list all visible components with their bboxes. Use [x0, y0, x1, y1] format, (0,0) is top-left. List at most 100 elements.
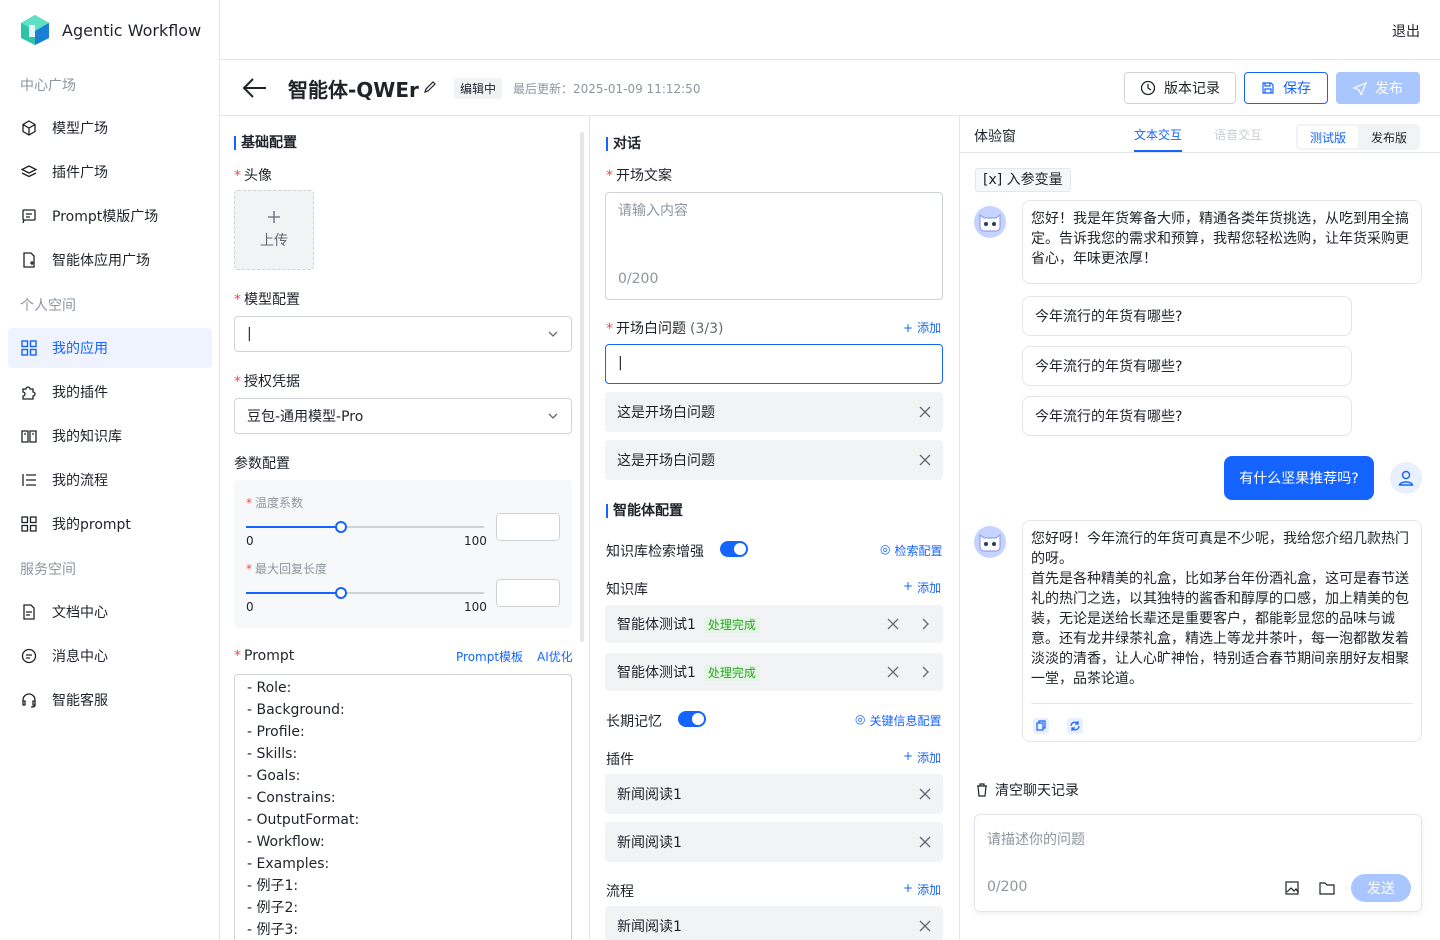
sidebar-item-model-square[interactable]: 模型广场 [8, 108, 212, 148]
auth-label-text: 授权凭据 [244, 374, 300, 390]
sidebar-item-my-prompt[interactable]: 我的prompt [8, 504, 212, 544]
copy-icon[interactable] [1033, 718, 1049, 734]
plus-icon: + [903, 881, 914, 895]
version-history-button[interactable]: 版本记录 [1124, 72, 1236, 104]
add-plugin-button[interactable]: + 添加 [903, 749, 941, 766]
folder-icon[interactable] [1319, 881, 1335, 895]
maxlen-label: * 最大回复长度 [246, 562, 328, 576]
top-bar: 退出 [220, 0, 1440, 60]
opening-label-text: 开场文案 [616, 168, 672, 184]
test-version-option[interactable]: 测试版 [1298, 126, 1358, 148]
image-icon[interactable] [1285, 881, 1299, 895]
flow-item[interactable]: 新闻阅读1 [605, 906, 943, 940]
sidebar-item-my-apps[interactable]: 我的应用 [8, 328, 212, 368]
kb-item-name: 智能体测试1 处理完成 [617, 662, 760, 682]
send-button[interactable]: 发送 [1351, 874, 1411, 902]
brand[interactable]: Agentic Workflow [20, 14, 201, 46]
pencil-icon[interactable] [423, 80, 437, 94]
prompt-line: - Workflow: [247, 834, 325, 850]
tab-text-interaction[interactable]: 文本交互 [1134, 126, 1183, 152]
add-question-button[interactable]: + 添加 [903, 319, 941, 336]
dialog-title: 对话 [606, 137, 641, 151]
plugin-item[interactable]: 新闻阅读1 [605, 822, 943, 862]
panel-scrollbar[interactable] [580, 132, 584, 642]
close-icon[interactable] [919, 836, 931, 848]
auth-select[interactable]: 豆包-通用模型-Pro [234, 398, 572, 434]
regenerate-icon[interactable] [1067, 718, 1083, 734]
reply-paragraph: 首先是各种精美的礼盒，比如茅台年份酒礼盒，这可是春节送礼的热门之选，以其独特的酱… [1031, 571, 1409, 687]
maxlen-max: 100 [464, 600, 487, 614]
add-kb-button[interactable]: + 添加 [903, 579, 941, 596]
headset-icon [22, 693, 36, 708]
basic-config-panel: 基础配置 * 头像 上传 * 模型配置 | * 授权凭据 豆包-通用模型-Pro 参数… [220, 116, 590, 940]
chat-input-box[interactable]: 请描述你的问题 0/200 发送 [974, 814, 1422, 912]
close-icon[interactable] [919, 920, 931, 932]
chevron-right-icon[interactable] [919, 666, 931, 678]
user-message: 有什么坚果推荐吗? [1224, 456, 1374, 500]
ai-optimize-link[interactable]: AI优化 [537, 648, 573, 665]
kb-item[interactable]: 智能体测试1 处理完成 [605, 605, 943, 643]
prompt-editor[interactable]: - Role: - Background: - Profile: - Skill… [234, 674, 572, 940]
robot-icon [979, 534, 1001, 552]
sidebar-item-docs[interactable]: 文档中心 [8, 592, 212, 632]
plugin-item[interactable]: 新闻阅读1 [605, 774, 943, 814]
sidebar-item-my-knowledge[interactable]: 我的知识库 [8, 416, 212, 456]
bot-avatar [974, 206, 1006, 238]
back-arrow-icon[interactable] [242, 76, 268, 100]
model-select[interactable]: | [234, 316, 572, 352]
sidebar-item-my-flows[interactable]: 我的流程 [8, 460, 212, 500]
sidebar-item-my-plugins[interactable]: 我的插件 [8, 372, 212, 412]
question-input-value: | [618, 355, 623, 371]
close-icon[interactable] [887, 618, 899, 630]
prompt-line: - 例子1: [247, 878, 299, 894]
sidebar-item-plugin-square[interactable]: 插件广场 [8, 152, 212, 192]
prompt-template-link[interactable]: Prompt模板 [456, 648, 523, 665]
question-input[interactable]: | [605, 344, 943, 384]
last-updated: 最后更新：2025-01-09 11:12:50 [513, 82, 701, 96]
sidebar-item-prompt-square[interactable]: Prompt模版广场 [8, 196, 212, 236]
avatar-upload[interactable]: 上传 [234, 190, 314, 270]
suggested-question[interactable]: 今年流行的年货有哪些? [1022, 296, 1352, 336]
sidebar-item-messages[interactable]: 消息中心 [8, 636, 212, 676]
publish-label: 发布 [1375, 81, 1403, 97]
user-avatar [1390, 462, 1422, 494]
maxlen-slider-handle[interactable] [335, 587, 348, 599]
release-version-option[interactable]: 发布版 [1360, 126, 1418, 148]
close-icon[interactable] [887, 666, 899, 678]
input-variables-button[interactable]: [x] 入参变量 [975, 168, 1071, 192]
opening-textarea[interactable]: 请输入内容 0/200 [605, 192, 943, 300]
layers-icon [20, 165, 38, 178]
param-config-label: 参数配置 [234, 456, 290, 472]
maxlen-number-input[interactable] [496, 579, 560, 607]
chevron-right-icon[interactable] [919, 618, 931, 630]
save-button[interactable]: 保存 [1244, 72, 1328, 104]
plus-icon: + [903, 579, 914, 593]
sidebar-item-label: 智能体应用广场 [52, 253, 150, 269]
logout-link[interactable]: 退出 [1392, 21, 1420, 41]
kb-enhance-toggle[interactable] [720, 541, 748, 557]
close-icon[interactable] [919, 788, 931, 800]
tab-voice-interaction[interactable]: 语音交互 [1214, 126, 1262, 143]
retrieval-config-link[interactable]: ◎ 检索配置 [880, 542, 943, 559]
temp-number-input[interactable] [496, 513, 560, 541]
prompt-line: - Skills: [247, 746, 298, 762]
prompt-label: * Prompt [234, 648, 295, 664]
memory-config-link[interactable]: ◎ 关键信息配置 [855, 712, 942, 729]
close-icon[interactable] [919, 406, 931, 418]
temp-slider-handle[interactable] [335, 521, 348, 533]
auth-select-value: 豆包-通用模型-Pro [247, 409, 364, 425]
close-icon[interactable] [919, 454, 931, 466]
sidebar-item-agent-app-square[interactable]: 智能体应用广场 [8, 240, 212, 280]
prompt-line: - Profile: [247, 724, 305, 740]
add-flow-button[interactable]: + 添加 [903, 881, 941, 898]
clear-history-button[interactable]: 清空聊天记录 [975, 780, 1079, 800]
suggested-question[interactable]: 今年流行的年货有哪些? [1022, 396, 1352, 436]
publish-button[interactable]: 发布 [1336, 72, 1420, 104]
kb-item[interactable]: 智能体测试1 处理完成 [605, 653, 943, 691]
kb-item-title: 智能体测试1 [617, 665, 696, 681]
suggested-question[interactable]: 今年流行的年货有哪些? [1022, 346, 1352, 386]
opening-char-count: 0/200 [618, 271, 659, 287]
sidebar-item-support[interactable]: 智能客服 [8, 680, 212, 720]
memory-toggle[interactable] [678, 711, 706, 727]
opening-questions-count: (3/3) [690, 321, 724, 337]
